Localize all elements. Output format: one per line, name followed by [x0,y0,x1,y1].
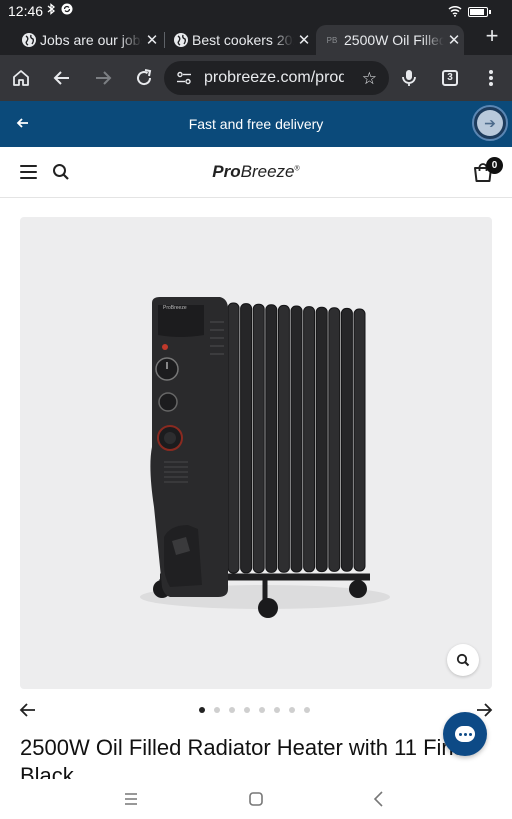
back-nav-icon[interactable] [369,789,389,809]
globe-icon [22,33,36,47]
bluetooth-icon [46,3,56,18]
carousel-dot[interactable] [244,707,250,713]
mic-icon[interactable] [397,66,421,90]
screen: 12:46 Jobs are our jobs ✕ Best cookers 2… [0,0,512,819]
site-header: ProBreeze® [0,147,512,198]
device-brand-label: ProBreeze [163,305,187,311]
tab-switcher-icon[interactable]: 3 [438,66,462,90]
reload-icon[interactable] [132,66,156,90]
back-icon[interactable] [50,66,74,90]
radiator-fin [252,303,265,574]
recents-icon[interactable] [121,789,141,809]
tab-count: 3 [442,70,458,86]
radiator-fin [227,302,240,574]
radiator-fin [328,307,341,572]
close-icon[interactable]: ✕ [294,31,314,49]
tab-title: Jobs are our jobs [40,32,142,48]
forward-icon[interactable] [91,66,115,90]
tab-radiator[interactable]: PB 2500W Oil Filled ✕ [316,25,464,55]
carousel-dot[interactable] [274,707,280,713]
battery-icon [468,7,491,17]
system-nav-bar [0,779,512,819]
carousel-dot[interactable] [304,707,310,713]
radiator-illustration: ProBreeze [140,297,390,618]
bookmark-star-icon[interactable]: ☆ [362,69,377,89]
carousel-dots [199,707,310,713]
carousel-dot[interactable] [229,707,235,713]
tab-cookers[interactable]: Best cookers 2024 ✕ [166,25,314,55]
logo-bold: Pro [212,162,241,181]
translate-bubble-inner: ➔ [477,110,503,136]
browser-toolbar: probreeze.com/products ☆ 3 [0,55,512,101]
chat-icon[interactable] [443,712,487,756]
more-menu-icon[interactable] [479,66,503,90]
new-tab-button[interactable]: + [480,24,504,48]
zoom-icon[interactable] [447,644,479,676]
close-icon[interactable]: ✕ [142,31,162,49]
logo-rest: Breeze [240,162,295,181]
status-bar: 12:46 [0,0,512,22]
site-settings-icon[interactable] [176,70,192,86]
tab-separator [164,32,165,48]
home-icon[interactable] [9,66,33,90]
radiator-fin [353,308,366,572]
status-left-icons [46,3,73,18]
status-right [448,4,491,20]
tab-title: 2500W Oil Filled [344,32,444,48]
product-image[interactable]: ProBreeze [20,217,492,689]
battery-level [470,9,484,15]
sync-icon [61,3,73,18]
tab-title: Best cookers 2024 [192,32,294,48]
status-time: 12:46 [8,3,44,19]
radiator-fin [265,304,278,573]
radiator-fin [277,304,290,573]
radiator-fin [315,306,328,573]
promo-text: Fast and free delivery [188,116,324,132]
wifi-icon [448,4,462,20]
chat-bubble-glyph [455,726,475,742]
tab-strip: Jobs are our jobs ✕ Best cookers 2024 ✕ … [0,22,512,55]
promo-banner: Fast and free delivery ➔ [0,101,512,147]
carousel-dot[interactable] [214,707,220,713]
carousel-prev-icon[interactable] [18,701,38,719]
carousel-dot[interactable] [259,707,265,713]
carousel-dot[interactable] [289,707,295,713]
translate-bubble-icon[interactable]: ➔ [472,105,508,141]
radiator-fins [227,302,366,574]
logo-mark: ® [294,165,300,173]
radiator-fin [290,305,303,573]
radiator-fin [340,307,353,572]
radiator-fin [303,306,316,573]
radiator-fin [240,303,253,574]
address-bar[interactable]: probreeze.com/products ☆ [164,61,389,95]
probreeze-favicon: PB [326,35,338,45]
tab-jobs[interactable]: Jobs are our jobs ✕ [14,25,162,55]
cart-count-badge: 0 [486,157,503,174]
globe-icon [174,33,188,47]
home-nav-icon[interactable] [246,789,266,809]
site-logo[interactable]: ProBreeze® [0,162,512,182]
close-icon[interactable]: ✕ [444,31,464,49]
url-text: probreeze.com/products [204,69,344,86]
carousel-dot[interactable] [199,707,205,713]
